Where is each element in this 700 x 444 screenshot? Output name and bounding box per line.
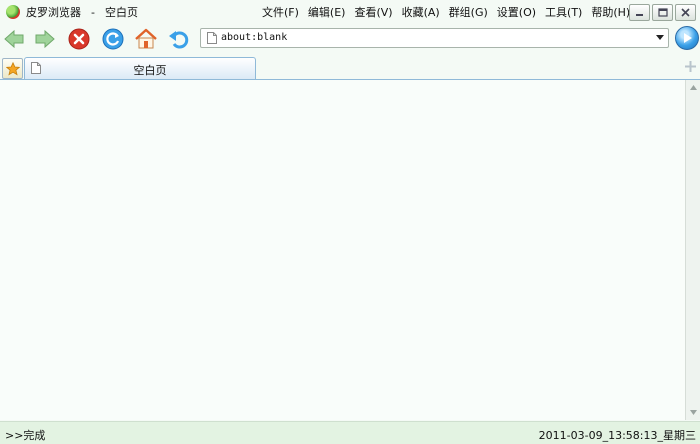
app-logo-icon [6,5,20,19]
menu-view[interactable]: 查看(V) [350,4,396,20]
minimize-button[interactable] [629,4,650,21]
window-page-title: 空白页 [104,6,138,19]
scroll-up-icon [690,85,697,90]
star-icon [5,61,20,75]
scroll-up-button[interactable] [687,81,700,94]
tab-label: 空白页 [133,64,167,77]
menu-file[interactable]: 文件(F) [258,4,303,20]
new-tab-plus-icon[interactable] [684,60,697,73]
app-name: 皮罗浏览器 [26,6,81,19]
forward-button[interactable] [32,26,58,52]
undo-icon [169,31,189,49]
address-input[interactable] [221,30,641,45]
maximize-button[interactable] [652,4,673,21]
browser-window: 皮罗浏览器 - 空白页 文件(F) 编辑(E) 查看(V) 收藏(A) 群组(G… [0,0,700,444]
address-bar [200,28,669,48]
refresh-icon [102,28,124,50]
back-button[interactable] [1,26,27,52]
menu-favorites[interactable]: 收藏(A) [398,4,444,20]
chevron-down-icon[interactable] [656,35,664,40]
page-icon [31,62,41,74]
menu-tools[interactable]: 工具(T) [541,4,586,20]
menu-settings[interactable]: 设置(O) [493,4,540,20]
status-bar: >>完成 2011-03-09_13:58:13_星期三 [0,421,700,444]
stop-icon [68,28,90,50]
home-icon [135,28,157,49]
scroll-down-icon [690,410,697,415]
menu-bar: 文件(F) 编辑(E) 查看(V) 收藏(A) 群组(G) 设置(O) 工具(T… [258,0,635,24]
vertical-scrollbar[interactable] [685,80,700,420]
page-content-area[interactable] [0,80,685,420]
window-controls [629,4,696,21]
close-icon [681,8,690,17]
maximize-icon [657,8,668,17]
title-separator: - [91,5,95,19]
play-arrow-icon [684,33,692,43]
home-button[interactable] [133,26,159,52]
menu-edit[interactable]: 编辑(E) [304,4,350,20]
refresh-button[interactable] [100,26,126,52]
tab-bar: 空白页 [0,55,700,80]
status-text: >>完成 [5,429,46,442]
back-arrow-icon [4,29,24,49]
forward-arrow-icon [35,29,55,49]
minimize-icon [636,14,643,16]
status-datetime: 2011-03-09_13:58:13_星期三 [538,429,696,442]
close-button[interactable] [675,4,696,21]
tab-blank-page[interactable]: 空白页 [24,57,256,79]
go-button[interactable] [675,26,699,50]
scroll-down-button[interactable] [687,406,700,419]
undo-button[interactable] [166,26,192,52]
stop-button[interactable] [66,26,92,52]
menu-groups[interactable]: 群组(G) [445,4,492,20]
favorites-button[interactable] [2,58,23,79]
menu-help[interactable]: 帮助(H) [587,4,634,20]
page-icon [207,32,217,44]
